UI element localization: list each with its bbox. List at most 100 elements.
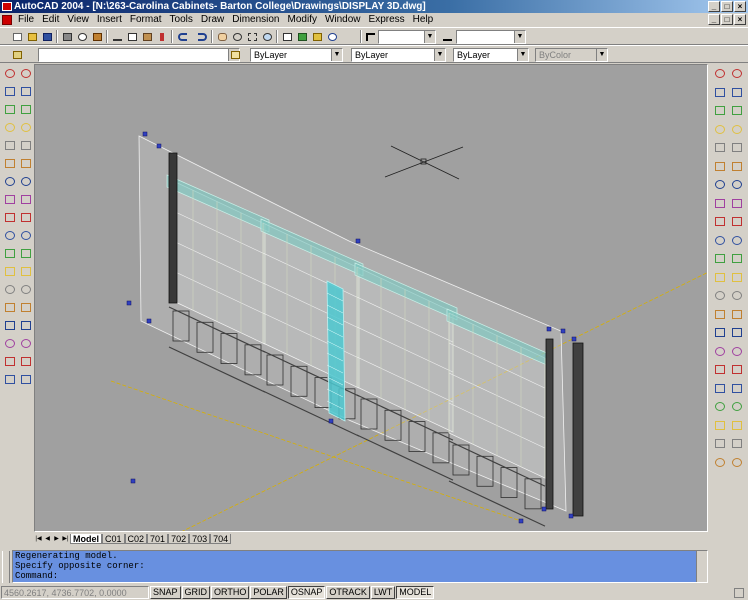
zaxis-ucs-button[interactable] [730,197,744,210]
ellipse-arc-button[interactable] [3,247,17,260]
command-window[interactable]: Regenerating model. Specify opposite cor… [12,550,708,583]
osnap-toggle[interactable]: OSNAP [287,586,326,599]
undo-button[interactable] [175,30,189,43]
dim-style-button[interactable] [440,30,454,43]
origin-ucs-button[interactable] [730,178,744,191]
fillet-button[interactable] [713,326,727,339]
zoom-realtime-button[interactable] [230,30,244,43]
fill-button[interactable] [19,355,33,368]
layer-combo[interactable]: ▼ [38,48,240,62]
tab-704[interactable]: 704 [210,534,232,544]
revcloud-button[interactable] [3,193,17,206]
document-icon[interactable] [2,15,12,25]
named-views-button[interactable] [730,419,744,432]
region-button[interactable] [3,337,17,350]
help-button[interactable] [325,30,339,43]
menu-window[interactable]: Window [321,13,365,27]
paste-button[interactable] [140,30,154,43]
zrotate-ucs-button[interactable] [730,271,744,284]
copy-clip-button[interactable] [125,30,139,43]
snap-parallel-button[interactable] [19,229,33,242]
hatch-button[interactable] [3,319,17,332]
mtext-button[interactable] [3,373,17,386]
match-properties-button[interactable] [155,30,169,43]
tab-c01[interactable]: C01 [102,534,125,544]
arc-button[interactable] [3,157,17,170]
rotate-button[interactable] [713,178,727,191]
text-style-combo[interactable]: ▼ [378,30,436,44]
snap-center-button[interactable] [19,157,33,170]
menu-express[interactable]: Express [365,13,409,27]
break-button[interactable] [713,289,727,302]
publish-button[interactable] [90,30,104,43]
polygon-button[interactable] [3,121,17,134]
model-toggle[interactable]: MODEL [396,586,435,599]
menu-modify[interactable]: Modify [284,13,321,27]
snap-endpoint-button[interactable] [19,67,33,80]
otrack-toggle[interactable]: OTRACK [326,586,370,599]
linetype-combo[interactable]: ByLayer ▼ [351,48,446,62]
scenes-button[interactable] [730,363,744,376]
explode-button[interactable] [713,345,727,358]
pan-button[interactable] [215,30,229,43]
lights-button[interactable] [730,345,744,358]
close-button[interactable]: × [734,1,746,12]
world-ucs-button[interactable] [730,104,744,117]
apply-ucs-button[interactable] [730,289,744,302]
area-button[interactable] [713,456,727,469]
polyline-button[interactable] [3,103,17,116]
snap-quadrant-button[interactable] [19,175,33,188]
block-attribute-button[interactable] [19,373,33,386]
block-editor-button[interactable] [713,419,727,432]
line-button[interactable] [3,67,17,80]
model-space-viewport[interactable] [34,64,708,532]
move-button[interactable] [713,160,727,173]
trim-button[interactable] [713,234,727,247]
menu-edit[interactable]: Edit [38,13,63,27]
array-button[interactable] [713,141,727,154]
menu-file[interactable]: File [14,13,38,27]
autocad-app-icon[interactable] [2,2,12,11]
command-prompt[interactable]: Command: [15,571,707,581]
tab-first-button[interactable]: |◀ [34,534,43,544]
3point-ucs-button[interactable] [730,215,744,228]
yaxis-ucs-button[interactable] [730,252,744,265]
lwt-toggle[interactable]: LWT [370,586,396,599]
tab-prev-button[interactable]: ◀ [43,534,52,544]
menu-view[interactable]: View [63,13,93,27]
make-object-layer-current-button[interactable] [228,48,242,61]
design-center-button[interactable] [295,30,309,43]
edit-attribute-button[interactable] [713,400,727,413]
tab-702[interactable]: 702 [168,534,190,544]
text-button[interactable] [19,337,33,350]
break-point-button[interactable] [713,271,727,284]
layer-manager-button[interactable] [10,48,24,61]
tab-701[interactable]: 701 [147,534,169,544]
ortho-toggle[interactable]: ORTHO [211,586,250,599]
properties-button[interactable] [280,30,294,43]
tab-last-button[interactable]: ▶| [61,534,70,544]
offset-button[interactable] [713,123,727,136]
tab-703[interactable]: 703 [189,534,211,544]
redo-button[interactable] [195,30,209,43]
insert-block-button[interactable] [3,265,17,278]
table-button[interactable] [3,355,17,368]
ddedit-button[interactable] [730,456,744,469]
pedit-button[interactable] [713,363,727,376]
menu-tools[interactable]: Tools [166,13,197,27]
menu-dimension[interactable]: Dimension [228,13,283,27]
snap-toggle[interactable]: SNAP [150,586,181,599]
snap-none-button[interactable] [19,301,33,314]
menu-insert[interactable]: Insert [93,13,126,27]
rectangle-button[interactable] [3,139,17,152]
menu-help[interactable]: Help [409,13,438,27]
chamfer-button[interactable] [713,308,727,321]
ucs-previous-button[interactable] [730,86,744,99]
tab-next-button[interactable]: ▶ [52,534,61,544]
point-button[interactable] [3,301,17,314]
face-ucs-button[interactable] [730,141,744,154]
doc-close-button[interactable]: × [734,14,746,25]
doc-minimize-button[interactable]: _ [708,14,720,25]
command-window-grip[interactable] [2,551,10,583]
snap-tangent-button[interactable] [19,193,33,206]
